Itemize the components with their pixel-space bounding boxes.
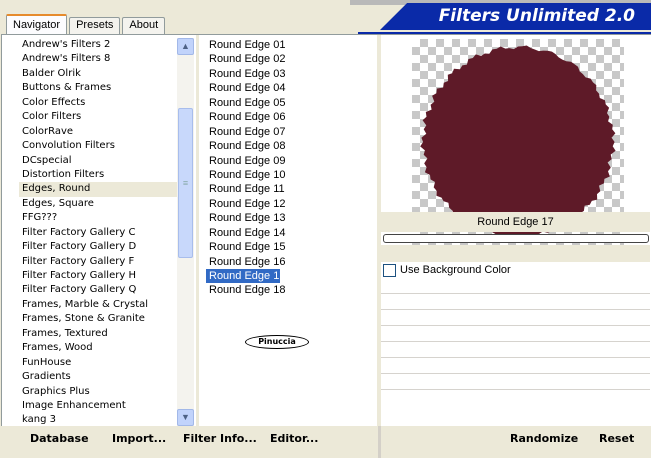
category-item[interactable]: Filter Factory Gallery Q bbox=[19, 283, 177, 297]
filter-item[interactable]: Round Edge 15 bbox=[206, 240, 285, 254]
filter-item[interactable]: Round Edge 18 bbox=[206, 283, 285, 297]
reset-button[interactable]: Reset bbox=[599, 432, 634, 445]
category-item[interactable]: FFG??? bbox=[19, 211, 177, 225]
category-scrollbar[interactable]: ▲ ≡ ▼ bbox=[177, 38, 194, 426]
filter-item[interactable]: Round Edge 06 bbox=[206, 110, 285, 124]
filter-item[interactable]: Round Edge 01 bbox=[206, 38, 285, 52]
category-item[interactable]: Image Enhancement bbox=[19, 399, 177, 413]
filter-item[interactable]: Round Edge 10 bbox=[206, 168, 285, 182]
param-slot bbox=[381, 278, 650, 294]
import-button[interactable]: Import... bbox=[112, 432, 166, 445]
use-background-color-checkbox[interactable] bbox=[383, 263, 396, 277]
scroll-down-button[interactable]: ▼ bbox=[177, 409, 194, 426]
progress-bar bbox=[383, 234, 649, 243]
category-item[interactable]: Frames, Marble & Crystal bbox=[19, 298, 177, 312]
bottom-toolbar: Database Import... Filter Info... Editor… bbox=[0, 426, 651, 458]
filter-item[interactable]: Round Edge 07 bbox=[206, 125, 285, 139]
filter-item[interactable]: Round Edge 13 bbox=[206, 211, 285, 225]
category-item[interactable]: Frames, Stone & Granite bbox=[19, 312, 177, 326]
tab-strip: Navigator Presets About bbox=[6, 14, 167, 34]
category-item[interactable]: Filter Factory Gallery H bbox=[19, 269, 177, 283]
category-item[interactable]: Filter Factory Gallery D bbox=[19, 240, 177, 254]
category-item[interactable]: FunHouse bbox=[19, 356, 177, 370]
filter-item[interactable]: Round Edge 03 bbox=[206, 67, 285, 81]
parameter-slots bbox=[381, 278, 650, 390]
category-item[interactable]: Color Filters bbox=[19, 110, 177, 124]
param-slot bbox=[381, 342, 650, 358]
use-background-color-label: Use Background Color bbox=[400, 264, 511, 276]
category-item[interactable]: Frames, Wood bbox=[19, 341, 177, 355]
param-separator bbox=[381, 245, 650, 262]
database-button[interactable]: Database bbox=[30, 432, 89, 445]
filter-item[interactable]: Round Edge 05 bbox=[206, 96, 285, 110]
param-slot bbox=[381, 358, 650, 374]
category-item[interactable]: Convolution Filters bbox=[19, 139, 177, 153]
filter-item[interactable]: Round Edge 11 bbox=[206, 182, 285, 196]
scroll-up-button[interactable]: ▲ bbox=[177, 38, 194, 55]
param-slot bbox=[381, 374, 650, 390]
filter-item[interactable]: Round Edge 02 bbox=[206, 52, 285, 66]
filter-info-button[interactable]: Filter Info... bbox=[183, 432, 257, 445]
tab-about[interactable]: About bbox=[122, 17, 166, 34]
filter-list[interactable]: Round Edge 01 Round Edge 02 Round Edge 03 R… bbox=[206, 38, 285, 298]
param-slot bbox=[381, 310, 650, 326]
category-item[interactable]: Graphics Plus bbox=[19, 385, 177, 399]
preview-caption: Round Edge 17 bbox=[381, 212, 650, 232]
tab-navigator[interactable]: Navigator bbox=[6, 14, 68, 34]
param-slot bbox=[381, 326, 650, 342]
use-background-color-row[interactable]: Use Background Color bbox=[383, 263, 511, 277]
category-item[interactable]: Balder Olrik bbox=[19, 67, 177, 81]
category-item[interactable]: Filter Factory Gallery F bbox=[19, 255, 177, 269]
editor-button[interactable]: Editor... bbox=[270, 432, 318, 445]
filter-item[interactable]: Round Edge 08 bbox=[206, 139, 285, 153]
category-item[interactable]: ColorRave bbox=[19, 125, 177, 139]
scroll-thumb[interactable]: ≡ bbox=[178, 108, 193, 258]
category-item[interactable]: Edges, Round bbox=[19, 182, 177, 197]
filter-item[interactable]: Round Edge 16 bbox=[206, 255, 285, 269]
category-item[interactable]: Frames, Textured bbox=[19, 327, 177, 341]
category-item[interactable]: Gradients bbox=[19, 370, 177, 384]
list-divider bbox=[196, 35, 199, 427]
category-item[interactable]: Andrew's Filters 2 bbox=[19, 38, 177, 52]
category-item[interactable]: DCspecial bbox=[19, 154, 177, 168]
category-item[interactable]: Edges, Square bbox=[19, 197, 177, 211]
category-item[interactable]: Filter Factory Gallery C bbox=[19, 226, 177, 240]
category-item[interactable]: Distortion Filters bbox=[19, 168, 177, 182]
app-title-banner: Filters Unlimited 2.0 bbox=[380, 3, 651, 30]
category-item[interactable]: Color Effects bbox=[19, 96, 177, 110]
filter-item[interactable]: Round Edge 12 bbox=[206, 197, 285, 211]
category-list[interactable]: Andrew's Filters 2 Andrew's Filters 8 Bald… bbox=[19, 38, 177, 428]
filter-item[interactable]: Round Edge 17 bbox=[206, 269, 285, 284]
round-edge-shape bbox=[420, 45, 616, 238]
filter-item[interactable]: Round Edge 04 bbox=[206, 81, 285, 95]
category-item[interactable]: Andrew's Filters 8 bbox=[19, 52, 177, 66]
tab-presets[interactable]: Presets bbox=[69, 17, 121, 34]
filter-item[interactable]: Round Edge 14 bbox=[206, 226, 285, 240]
filter-item[interactable]: Round Edge 09 bbox=[206, 154, 285, 168]
author-logo: Pinuccia bbox=[245, 335, 309, 349]
randomize-button[interactable]: Randomize bbox=[510, 432, 578, 445]
param-slot bbox=[381, 294, 650, 310]
category-item[interactable]: Buttons & Frames bbox=[19, 81, 177, 95]
bottom-separator bbox=[378, 426, 381, 458]
